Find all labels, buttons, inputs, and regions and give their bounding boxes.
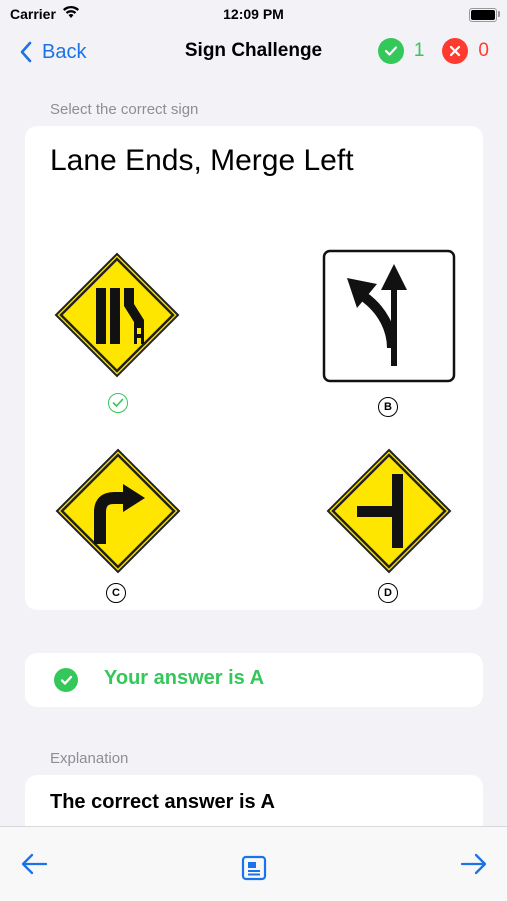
correct-check-icon bbox=[377, 38, 404, 64]
result-card: Your answer is A bbox=[25, 653, 483, 707]
option-b-letter-badge: B bbox=[378, 397, 398, 417]
right-curve-sign-icon bbox=[55, 448, 181, 574]
option-c-letter-badge: C bbox=[106, 583, 126, 603]
straight-or-left-lane-sign-icon bbox=[322, 249, 456, 383]
arrow-right-icon bbox=[460, 853, 487, 875]
option-d-letter-badge: D bbox=[378, 583, 398, 603]
question-list-button[interactable] bbox=[241, 855, 267, 886]
battery-cap bbox=[498, 11, 500, 17]
option-b[interactable]: B bbox=[321, 248, 481, 418]
arrow-left-icon bbox=[21, 853, 48, 875]
result-text: Your answer is A bbox=[104, 667, 265, 689]
prompt-label: Select the correct sign bbox=[50, 101, 199, 118]
list-card-icon bbox=[241, 855, 267, 881]
next-button[interactable] bbox=[460, 853, 488, 880]
nav-bar: Back Sign Challenge 1 0 bbox=[0, 30, 507, 74]
question-card: Lane Ends, Merge Left B C D bbox=[25, 126, 483, 610]
option-d[interactable]: D bbox=[324, 446, 484, 616]
option-c[interactable]: C bbox=[53, 446, 213, 616]
check-icon bbox=[112, 398, 124, 407]
wrong-count: 0 bbox=[478, 40, 489, 61]
option-a[interactable] bbox=[52, 250, 212, 420]
status-time: 12:09 PM bbox=[223, 6, 284, 22]
success-check-icon bbox=[54, 668, 78, 692]
score-counter: 1 0 bbox=[377, 38, 489, 64]
correct-count: 1 bbox=[413, 40, 425, 61]
option-a-correct-badge bbox=[108, 393, 128, 413]
battery-icon bbox=[469, 8, 497, 22]
side-road-left-sign-icon bbox=[326, 448, 452, 574]
explanation-label: Explanation bbox=[50, 750, 129, 767]
question-title: Lane Ends, Merge Left bbox=[50, 144, 354, 177]
status-bar: Carrier 12:09 PM bbox=[0, 0, 507, 30]
previous-button[interactable] bbox=[20, 853, 48, 880]
bottom-toolbar bbox=[0, 826, 507, 901]
lane-ends-merge-left-sign-icon bbox=[54, 252, 180, 378]
explanation-text: The correct answer is A bbox=[50, 791, 275, 813]
wrong-x-icon bbox=[442, 38, 469, 64]
